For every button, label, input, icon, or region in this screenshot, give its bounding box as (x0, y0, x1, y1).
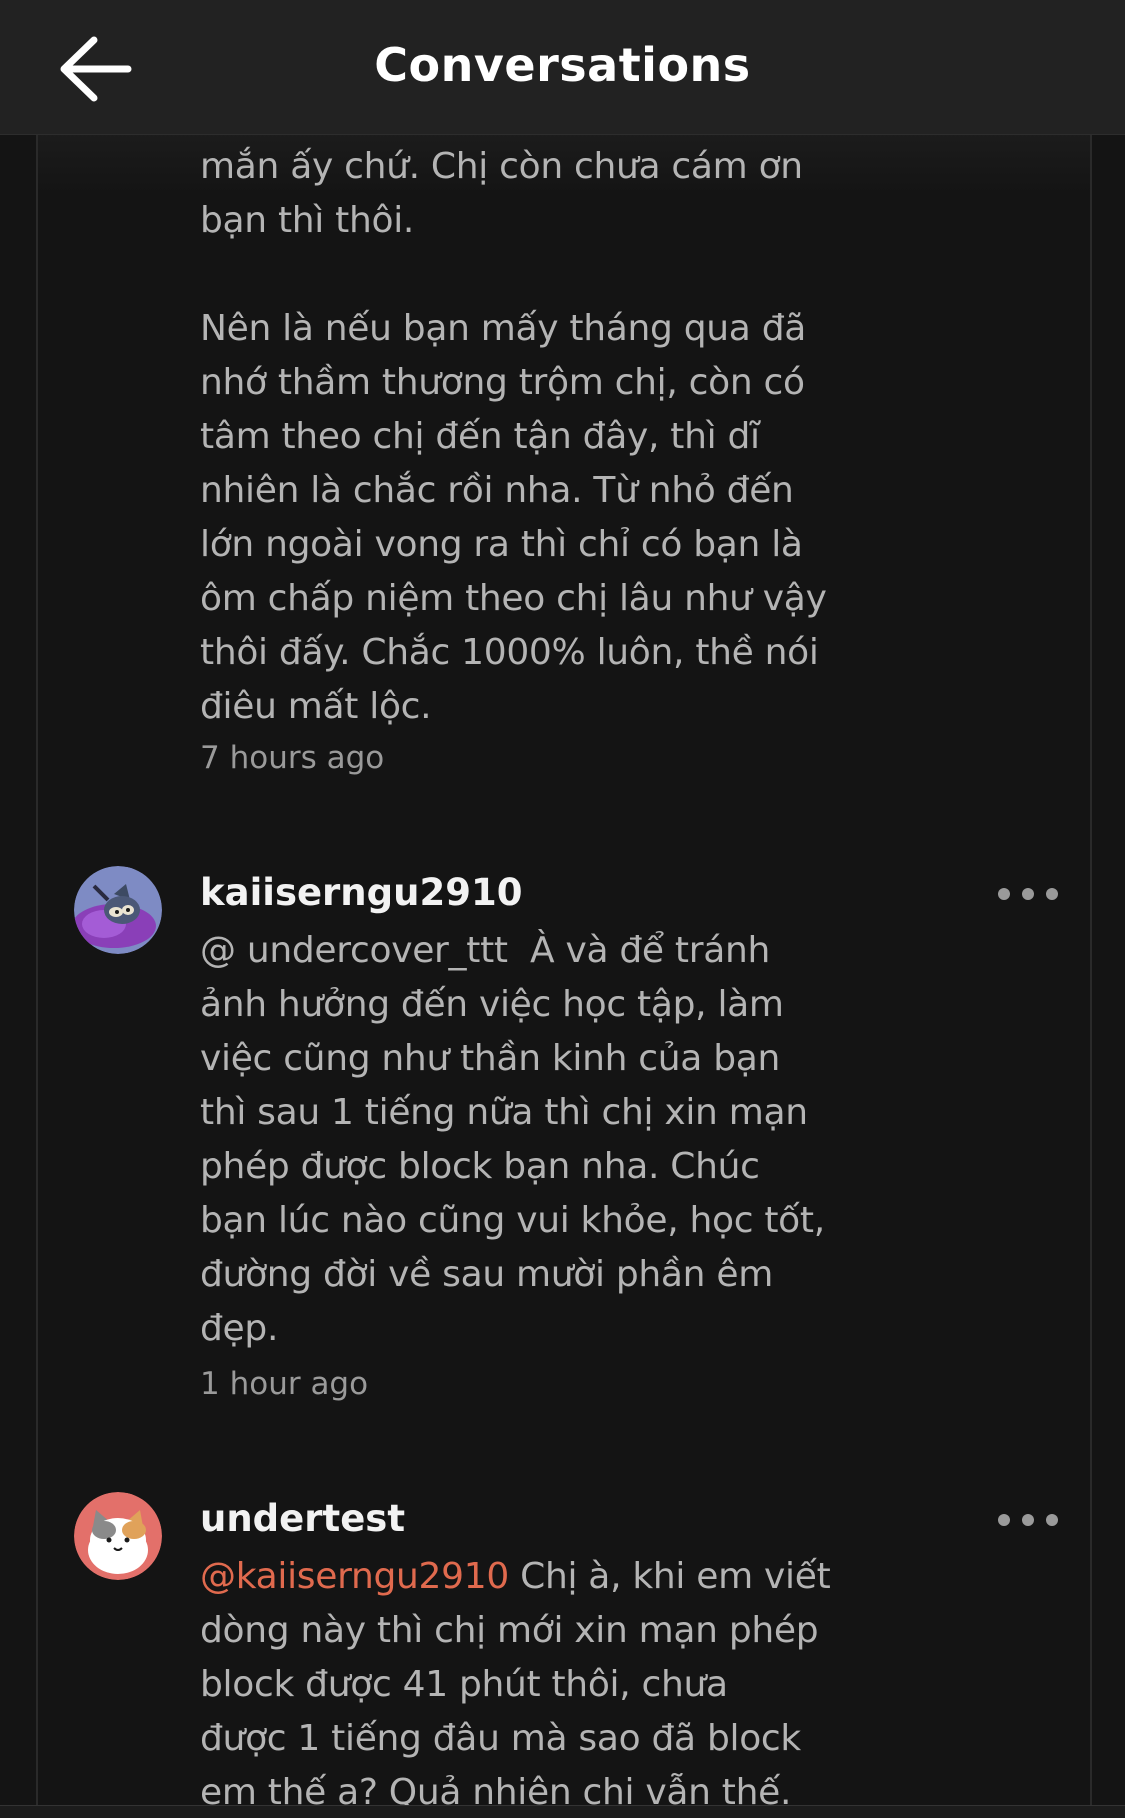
more-dots-icon (998, 1514, 1010, 1526)
cartoon-cat-avatar-icon (74, 866, 162, 954)
comment-text: @ undercover_ttt À và để tránh ảnh hưởng… (200, 930, 825, 1349)
comment-text: mắn ấy chứ. Chị còn chưa cám ơn bạn thì … (200, 146, 827, 727)
username[interactable]: kaiiserngu2910 (200, 871, 522, 914)
more-options-button[interactable] (996, 879, 1060, 909)
comment-timestamp: 1 hour ago (200, 1366, 369, 1402)
user-mention-link[interactable]: @kaiiserngu2910 (200, 1556, 509, 1597)
page-title: Conversations (374, 38, 751, 92)
comment-timestamp: 7 hours ago (200, 740, 385, 776)
more-dots-icon (998, 888, 1010, 900)
comment-text: @kaiiserngu2910 Chị à, khi em viết dòng … (200, 1550, 860, 1817)
bottom-edge (0, 1805, 1125, 1818)
calico-cat-avatar-icon (74, 1492, 162, 1580)
more-options-button[interactable] (996, 1505, 1060, 1535)
top-nav-bar: Conversations (0, 0, 1125, 135)
comment-thread[interactable]: mắn ấy chứ. Chị còn chưa cám ơn bạn thì … (36, 134, 1092, 1817)
username[interactable]: undertest (200, 1497, 405, 1540)
avatar[interactable] (74, 866, 162, 954)
avatar[interactable] (74, 1492, 162, 1580)
